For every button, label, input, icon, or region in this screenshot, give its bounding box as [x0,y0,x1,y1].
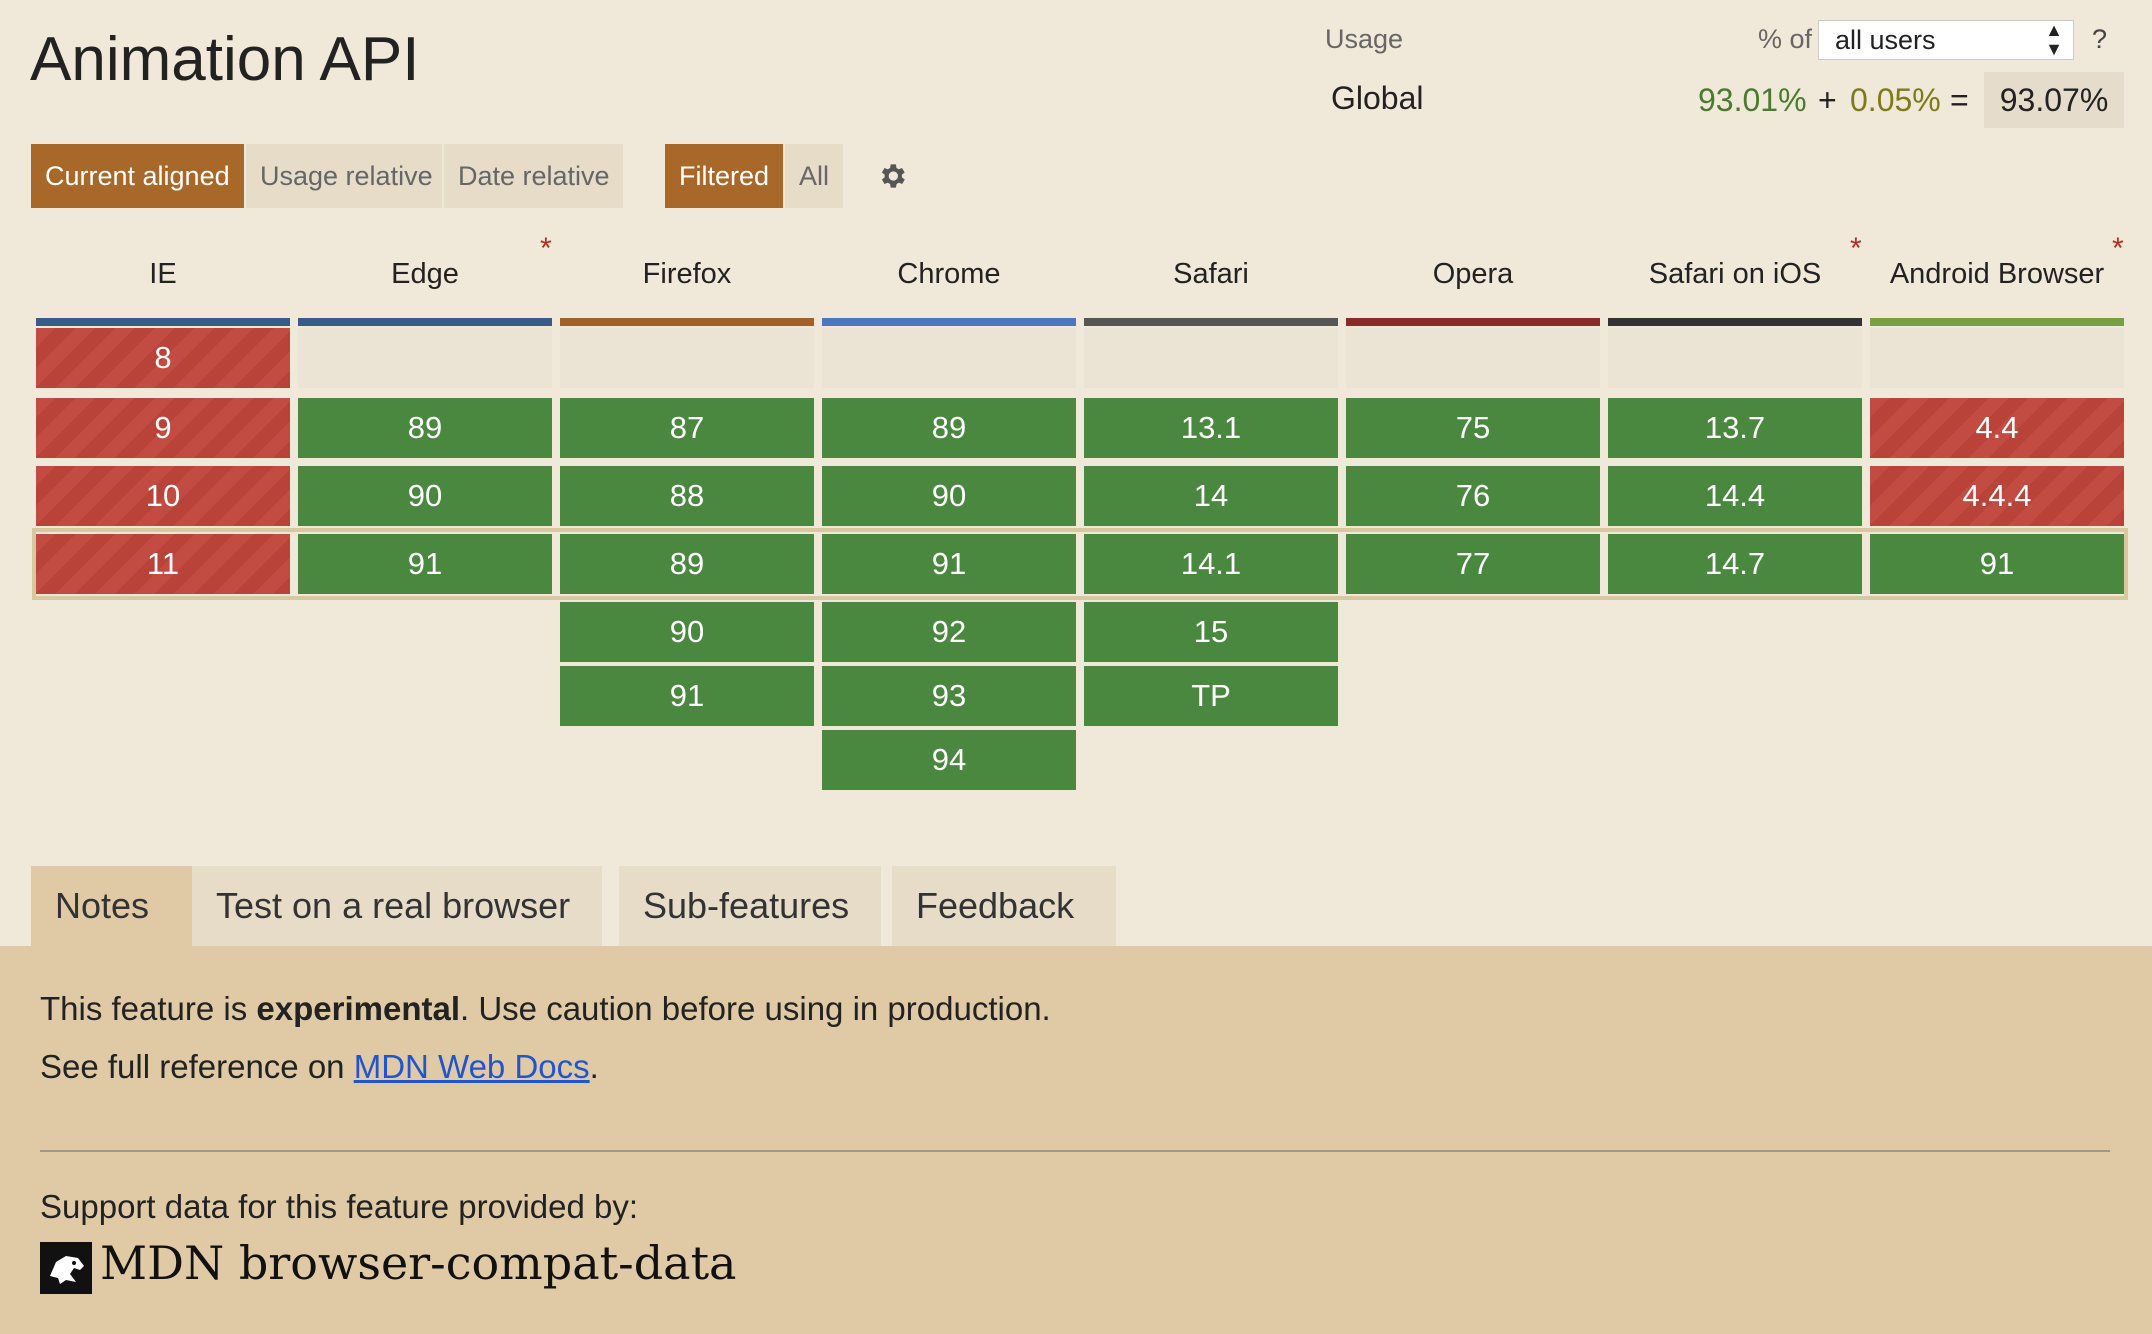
note-text-prefix: This feature is [40,990,257,1027]
browser-header-edge: Edge [391,258,459,290]
divider [40,1150,2110,1152]
browser-color-bar [1346,318,1600,326]
version-cell[interactable]: 76 [1346,466,1600,526]
partial-percent: 0.05% [1850,82,1941,118]
reference-note: See full reference on MDN Web Docs. [40,1048,599,1086]
version-cell[interactable]: 91 [298,534,552,594]
empty-cell [298,328,552,388]
version-cell[interactable]: 91 [1870,534,2124,594]
current-aligned-button[interactable]: Current aligned [31,144,244,208]
tab-notes[interactable]: Notes [31,866,193,946]
browser-color-bar [560,318,814,326]
version-cell[interactable]: 88 [560,466,814,526]
browser-color-bar [822,318,1076,326]
empty-cell [1608,328,1862,388]
help-link[interactable]: ? [2092,24,2107,55]
browser-color-bar [1084,318,1338,326]
version-cell[interactable]: 4.4.4 [1870,466,2124,526]
mdn-web-docs-link[interactable]: MDN Web Docs [354,1048,590,1085]
version-cell[interactable]: 89 [298,398,552,458]
version-cell[interactable]: 9 [36,398,290,458]
version-cell[interactable]: 91 [560,666,814,726]
equals-sign: = [1950,82,1969,118]
version-cell[interactable]: 77 [1346,534,1600,594]
browser-note-asterisk[interactable]: * [2112,232,2124,266]
plus-sign: + [1818,82,1837,118]
browser-header-chrome: Chrome [897,258,1001,290]
version-cell[interactable]: 14 [1084,466,1338,526]
supported-percent: 93.01% [1698,82,1807,118]
version-cell[interactable]: 11 [36,534,290,594]
version-cell[interactable]: TP [1084,666,1338,726]
user-scope-select[interactable]: all users ▲ ▼ [1818,20,2074,60]
browser-header-firefox: Firefox [642,258,732,290]
version-cell[interactable]: 14.4 [1608,466,1862,526]
browser-header-android-browser: Android Browser [1889,258,2105,290]
version-cell[interactable]: 10 [36,466,290,526]
usage-relative-button[interactable]: Usage relative [246,144,442,208]
browser-header-safari-on-ios: Safari on iOS [1648,258,1822,290]
user-scope-value: all users [1835,25,1936,55]
reference-prefix: See full reference on [40,1048,354,1085]
empty-cell [1346,328,1600,388]
note-text-suffix: . Use caution before using in production… [460,990,1051,1027]
support-data-label: Support data for this feature provided b… [40,1188,639,1225]
note-text-bold: experimental [256,990,461,1027]
tab-feedback[interactable]: Feedback [892,866,1116,946]
gear-icon[interactable] [876,160,908,192]
empty-cell [822,328,1076,388]
version-cell[interactable]: 14.1 [1084,534,1338,594]
browser-color-bar [298,318,552,326]
total-percent: 93.07% [1984,72,2124,128]
all-button[interactable]: All [785,144,843,208]
usage-label: Usage [1325,24,1404,54]
version-cell[interactable]: 90 [298,466,552,526]
region-label: Global [1331,80,1424,116]
empty-cell [1084,328,1338,388]
reference-suffix: . [589,1048,599,1085]
browser-header-ie: IE [149,258,177,290]
experimental-note: This feature is experimental. Use cautio… [40,990,1051,1028]
version-cell[interactable]: 94 [822,730,1076,790]
mdn-compat-data-source: MDN browser-compat-data [100,1236,737,1290]
version-cell[interactable]: 89 [560,534,814,594]
date-relative-button[interactable]: Date relative [444,144,623,208]
tab-sub-features[interactable]: Sub-features [619,866,881,946]
version-cell[interactable]: 14.7 [1608,534,1862,594]
empty-cell [1870,328,2124,388]
version-cell[interactable]: 90 [560,602,814,662]
browser-note-asterisk[interactable]: * [540,232,552,266]
version-cell[interactable]: 90 [822,466,1076,526]
filtered-button[interactable]: Filtered [665,144,783,208]
version-cell[interactable]: 4.4 [1870,398,2124,458]
version-cell[interactable]: 87 [560,398,814,458]
mdn-dino-icon [40,1242,92,1294]
version-cell[interactable]: 93 [822,666,1076,726]
browser-color-bar [1870,318,2124,326]
page-title: Animation API [30,25,420,94]
percent-of-label: % of [1758,24,1813,54]
version-cell[interactable]: 91 [822,534,1076,594]
version-cell[interactable]: 13.1 [1084,398,1338,458]
tab-test-on-real-browser[interactable]: Test on a real browser [192,866,602,946]
select-arrows-icon: ▲ ▼ [2045,20,2063,59]
version-cell[interactable]: 92 [822,602,1076,662]
browser-header-safari: Safari [1173,258,1249,290]
version-cell[interactable]: 15 [1084,602,1338,662]
browser-color-bar [1608,318,1862,326]
empty-cell [560,328,814,388]
version-cell[interactable]: 8 [36,328,290,388]
browser-color-bar [36,318,290,326]
browser-note-asterisk[interactable]: * [1850,232,1862,266]
version-cell[interactable]: 89 [822,398,1076,458]
browser-header-opera: Opera [1432,258,1514,290]
version-cell[interactable]: 75 [1346,398,1600,458]
version-cell[interactable]: 13.7 [1608,398,1862,458]
